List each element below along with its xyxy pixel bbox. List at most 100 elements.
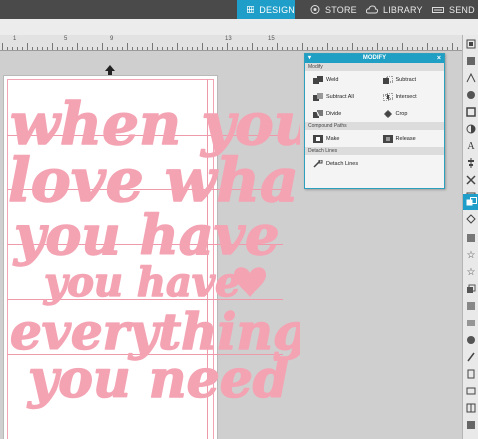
grid-settings-icon[interactable] [465,402,477,414]
ruler-tick [247,47,248,50]
tab-label: LIBRARY [383,4,423,15]
lettering-artwork[interactable]: when you love what you have you have eve… [0,51,300,439]
ruler-tick [347,47,348,50]
weld-icon [313,75,323,84]
ruler-tick [372,47,373,50]
ruler-tick [342,47,343,50]
ruler-tick [447,47,448,50]
tab-send[interactable]: SEND [432,0,476,19]
ruler-label: 13 [225,36,232,42]
tab-label: SEND [449,4,475,15]
ruler-tick [312,47,313,50]
star-icon[interactable]: ☆ [465,249,477,261]
intersect-button[interactable]: Intersect [375,92,445,101]
tab-design[interactable]: DESIGN [237,0,295,19]
ruler-tick [77,43,78,50]
subtract-all-button[interactable]: Subtract All [305,92,375,101]
ruler-tick [392,47,393,50]
ruler-tick [147,47,148,50]
map-icon[interactable] [465,385,477,397]
close-icon[interactable]: × [437,54,441,63]
ruler-tick [417,47,418,50]
button-row: Subtract All Intersect [305,88,444,105]
replicate-icon[interactable] [465,174,477,186]
panel-title-bar[interactable]: ▾ MODIFY × [305,54,444,63]
top-nav-bar: DESIGN STORE LIBRARY SEND [0,0,478,19]
divide-button[interactable]: Divide [305,109,375,118]
ruler-tick [142,47,143,50]
ruler-tick [407,47,408,50]
cloud-icon [366,5,378,14]
ruler-tick [327,43,328,50]
make-compound-button[interactable]: Make [305,134,375,143]
text-style-icon[interactable] [465,72,477,84]
button-row: Detach Lines [305,155,444,173]
make-compound-icon [313,134,323,143]
ruler-tick [187,47,188,50]
ruler-tick [207,47,208,50]
artwork-line: you need [27,349,289,410]
ruler-tick [167,47,168,50]
tab-store[interactable]: STORE [310,0,360,19]
fill-color-icon[interactable] [465,89,477,101]
ruler-tick [292,47,293,50]
ruler-tick [182,47,183,50]
ruler-tick [422,47,423,50]
ruler-tick [232,47,233,50]
ruler-label: 15 [268,36,275,42]
ruler-tick [27,43,28,50]
ruler-tick [7,47,8,50]
text-icon[interactable]: A [465,140,477,152]
ruler-tick [337,47,338,50]
align-icon[interactable] [465,157,477,169]
ruler-tick [397,47,398,50]
page-setup-icon[interactable] [465,38,477,50]
page-icon[interactable] [465,368,477,380]
weld-button[interactable]: Weld [305,75,375,84]
ruler-tick [67,47,68,50]
ruler-tick [122,47,123,50]
ruler-tick [252,43,253,50]
offset-icon[interactable] [465,213,477,225]
ruler-tick [87,47,88,50]
ruler-tick [412,47,413,50]
ruler-tick [222,47,223,50]
rhinestone-icon[interactable] [465,232,477,244]
pen-icon[interactable] [465,351,477,363]
library-icon[interactable] [465,55,477,67]
ruler-tick [297,47,298,50]
tab-library[interactable]: LIBRARY [366,0,426,19]
lines-icon[interactable] [465,317,477,329]
transparency-icon[interactable] [465,123,477,135]
ruler-tick [117,47,118,50]
ruler-tick [332,47,333,50]
collapse-icon[interactable]: ▾ [308,54,311,63]
ruler-tick [427,43,428,50]
ruler-tick [197,47,198,50]
ruler-tick [377,43,378,50]
trace-icon[interactable] [465,106,477,118]
detach-lines-button[interactable]: Detach Lines [305,160,444,168]
ruler-tick [317,47,318,50]
ruler-tick [227,43,228,50]
subtract-button[interactable]: Subtract [375,75,445,84]
modify-icon[interactable] [463,194,478,210]
ruler-tick [112,47,113,50]
ruler-tick [367,47,368,50]
ruler-tick [47,47,48,50]
subtract-all-icon [313,92,323,101]
crop-button[interactable]: Crop [375,109,445,118]
ruler-tick [452,43,453,50]
ruler-tick [12,47,13,50]
pattern-icon[interactable] [465,300,477,312]
subtract-icon [382,75,393,84]
button-label: Intersect [395,93,417,100]
sketch-icon[interactable]: ☆ [465,266,477,278]
section-header: Detach Lines [305,147,444,155]
settings-icon[interactable] [465,419,477,431]
ruler-tick [212,47,213,50]
release-compound-button[interactable]: Release [375,134,445,143]
detach-lines-icon [313,160,323,168]
print-cut-icon[interactable] [465,334,477,346]
layers-icon[interactable] [465,283,477,295]
